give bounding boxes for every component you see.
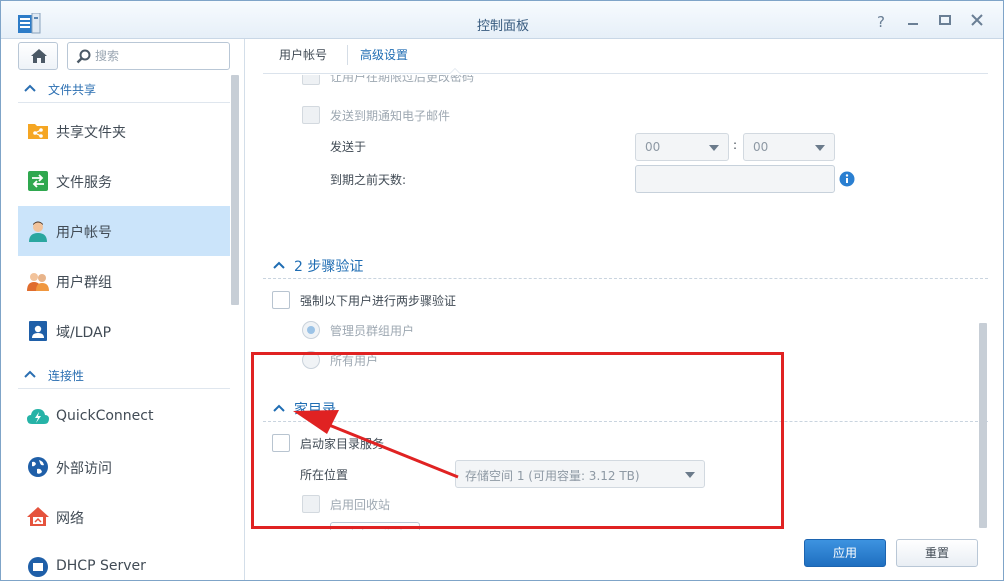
group-label: 文件共享 xyxy=(48,83,97,97)
cut-off-label: 让用户在期限过后更改密码 xyxy=(330,75,475,84)
enable-home-service-label: 启动家目录服务 xyxy=(300,437,385,451)
enforce-two-step-checkbox[interactable] xyxy=(272,291,290,309)
group-label: 连接性 xyxy=(48,369,85,383)
close-icon[interactable] xyxy=(968,13,986,31)
group-file-sharing[interactable]: 文件共享 xyxy=(18,75,230,103)
sidebar-item-network[interactable]: 网络 xyxy=(18,492,230,542)
sidebar-item-label: 域/LDAP xyxy=(56,325,112,341)
sidebar-item-label: DHCP Server xyxy=(56,558,146,574)
user-group-icon xyxy=(27,273,49,291)
help-icon[interactable]: ? xyxy=(872,13,890,31)
enable-home-service-checkbox[interactable] xyxy=(272,434,290,452)
content-scrollbar[interactable] xyxy=(979,323,987,528)
sidebar-item-label: 文件服务 xyxy=(56,175,112,191)
domain-ldap-icon xyxy=(29,321,47,341)
days-before-label: 到期之前天数: xyxy=(330,173,407,187)
user-icon xyxy=(29,221,47,242)
minute-select[interactable]: 00 xyxy=(743,133,835,161)
sidebar-scrollbar[interactable] xyxy=(231,75,239,305)
group-connectivity[interactable]: 连接性 xyxy=(18,361,230,389)
days-before-input[interactable] xyxy=(635,165,835,193)
globe-icon xyxy=(28,457,48,477)
sidebar-item-dhcp-server[interactable]: DHCP Server xyxy=(18,542,230,580)
home-icon xyxy=(31,49,47,63)
sidebar-item-label: 用户帐号 xyxy=(56,225,112,241)
recycle-bin-checkbox[interactable] xyxy=(302,495,320,513)
radio-all-users[interactable] xyxy=(302,351,320,369)
radio-admin-users-label: 管理员群组用户 xyxy=(330,324,415,338)
sidebar-item-user-group[interactable]: 用户群组 xyxy=(18,256,230,306)
sidebar-item-label: QuickConnect xyxy=(56,408,154,424)
dropdown-arrow-icon xyxy=(685,472,695,478)
radio-all-users-label: 所有用户 xyxy=(330,354,379,368)
dhcp-server-icon xyxy=(28,557,48,577)
sidebar: 文件共享 共享文件夹 文件服务 用户帐号 xyxy=(1,39,245,580)
chevron-up-icon xyxy=(24,84,36,92)
sidebar-item-external-access[interactable]: 外部访问 xyxy=(18,442,230,492)
window-title: 控制面板 xyxy=(476,19,529,34)
section-title: 家目录 xyxy=(294,402,336,418)
maximize-icon[interactable] xyxy=(936,13,954,31)
sidebar-item-quickconnect[interactable]: QuickConnect xyxy=(18,392,230,442)
tab-bar: 用户帐号 高级设置 xyxy=(263,39,988,74)
settings-content: 让用户在期限过后更改密码 发送到期通知电子邮件 发送于 00 : 00 到期之前… xyxy=(246,75,991,530)
location-value: 存储空间 1 (可用容量: 3.12 TB) xyxy=(465,469,640,483)
enforce-two-step-label: 强制以下用户进行两步骤验证 xyxy=(300,294,457,308)
sidebar-item-shared-folder[interactable]: 共享文件夹 xyxy=(18,106,230,156)
sidebar-item-label: 外部访问 xyxy=(56,461,112,477)
minute-value: 00 xyxy=(753,140,769,154)
active-tab-indicator xyxy=(449,68,461,74)
search-box xyxy=(67,42,230,70)
recycle-bin-label: 启用回收站 xyxy=(330,498,391,512)
shared-folder-icon xyxy=(28,124,48,139)
chevron-up-icon xyxy=(24,370,36,378)
control-panel-window: 控制面板 ? 文件共享 xyxy=(0,0,1004,581)
network-house-icon xyxy=(27,507,49,526)
sidebar-item-label: 网络 xyxy=(56,511,84,527)
sidebar-item-label: 用户群组 xyxy=(56,275,112,291)
tab-advanced-settings[interactable]: 高级设置 xyxy=(360,46,408,63)
send-notice-label: 发送到期通知电子邮件 xyxy=(330,109,451,123)
sidebar-item-domain-ldap[interactable]: 域/LDAP xyxy=(18,306,230,356)
tab-divider xyxy=(347,45,348,65)
reset-button[interactable]: 重置 xyxy=(896,539,978,567)
home-button[interactable] xyxy=(18,42,58,70)
sidebar-item-user-account[interactable]: 用户帐号 xyxy=(18,206,230,256)
cut-off-checkbox[interactable] xyxy=(302,75,320,85)
main-panel: 用户帐号 高级设置 让用户在期限过后更改密码 发送到期通知电子邮件 发送于 00… xyxy=(246,39,1003,580)
radio-admin-users[interactable] xyxy=(302,321,320,339)
file-services-icon xyxy=(28,171,48,191)
send-at-label: 发送于 xyxy=(330,140,367,154)
section-home-directory[interactable]: 家目录 xyxy=(263,394,988,422)
send-notice-checkbox[interactable] xyxy=(302,106,320,124)
search-icon xyxy=(76,49,91,64)
empty-recycle-bin-button[interactable]: 清空回收站 xyxy=(330,522,420,530)
tab-user-account[interactable]: 用户帐号 xyxy=(279,46,327,63)
apply-button[interactable]: 应用 xyxy=(804,539,886,567)
section-title: 2 步骤验证 xyxy=(294,259,364,275)
dropdown-arrow-icon xyxy=(815,145,825,151)
sidebar-item-file-services[interactable]: 文件服务 xyxy=(18,156,230,206)
dropdown-arrow-icon xyxy=(709,145,719,151)
minimize-icon[interactable] xyxy=(904,13,922,31)
location-label: 所在位置 xyxy=(300,468,349,482)
quickconnect-icon xyxy=(27,409,49,424)
title-bar: 控制面板 ? xyxy=(1,1,1003,39)
hour-value: 00 xyxy=(645,140,661,154)
location-select[interactable]: 存储空间 1 (可用容量: 3.12 TB) xyxy=(455,460,705,488)
info-icon[interactable] xyxy=(839,171,855,187)
chevron-up-icon xyxy=(273,404,285,412)
section-two-step[interactable]: 2 步骤验证 xyxy=(263,251,988,279)
hour-select[interactable]: 00 xyxy=(635,133,729,161)
time-colon: : xyxy=(733,138,738,152)
search-input[interactable] xyxy=(95,47,223,65)
chevron-up-icon xyxy=(273,261,285,269)
sidebar-item-label: 共享文件夹 xyxy=(56,125,126,141)
